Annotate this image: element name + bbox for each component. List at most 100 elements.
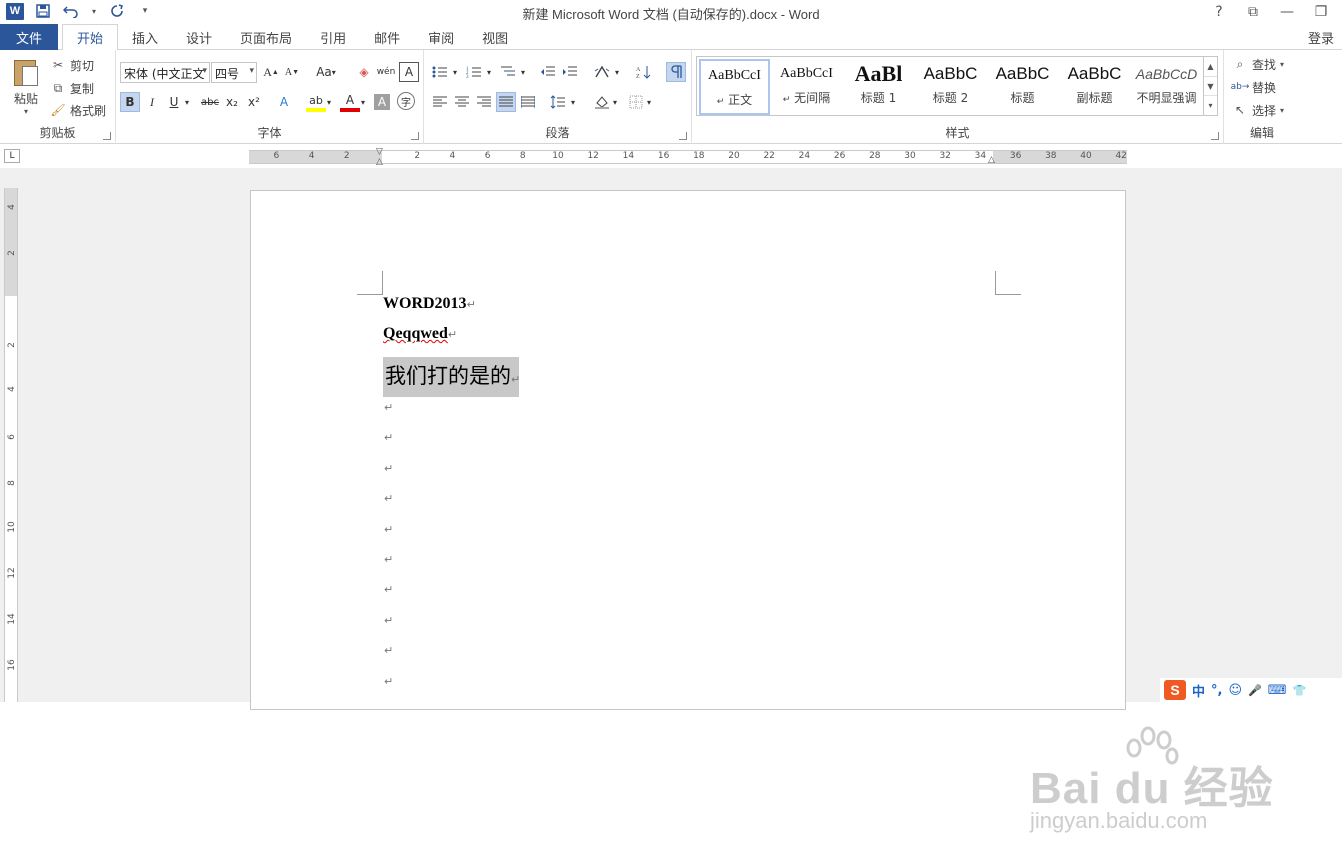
font-launcher-icon[interactable] [411,132,419,140]
ime-voice-icon[interactable]: 🎤 [1248,684,1262,697]
replace-button[interactable]: ab→ 替换 [1231,77,1276,97]
customize-icon[interactable]: ▾ [136,2,154,20]
borders-dropdown-icon[interactable]: ▾ [644,92,654,112]
style-no-spacing[interactable]: AaBbCcI ↵ 无间隔 [771,59,842,115]
tab-design[interactable]: 设计 [172,24,226,50]
align-center-icon[interactable] [452,92,472,112]
char-shading-button[interactable]: A [374,94,390,110]
numbering-icon[interactable]: 123 [464,62,484,82]
doc-line-3-selected[interactable]: 我们打的是的↵ [383,357,520,397]
empty-paragraph[interactable]: ↵ [384,492,393,505]
help-button[interactable]: ? [1204,2,1234,22]
tab-mailings[interactable]: 邮件 [360,24,414,50]
empty-paragraph[interactable]: ↵ [384,401,393,414]
style-normal[interactable]: AaBbCcI ↵ 正文 [699,59,770,115]
restore-button[interactable]: ❐ [1306,2,1336,22]
borders-icon[interactable] [626,92,646,112]
bold-button[interactable]: B [120,92,140,112]
pinyin-guide-button[interactable]: wén [376,62,396,82]
ime-keyboard-icon[interactable]: ⌨ [1268,683,1287,698]
empty-paragraph[interactable]: ↵ [384,583,393,596]
empty-paragraph[interactable]: ↵ [384,614,393,627]
text-effects-button[interactable]: A [274,92,294,112]
vertical-ruler[interactable]: 4 2 2 4 6 8 10 12 14 16 [4,188,18,702]
ime-punctuation[interactable]: °, [1211,683,1222,698]
select-button[interactable]: ↖ 选择 ▾ [1232,100,1284,120]
distributed-icon[interactable] [518,92,538,112]
style-subtitle[interactable]: AaBbC 副标题 [1059,59,1130,115]
style-title[interactable]: AaBbC 标题 [987,59,1058,115]
bullets-dropdown-icon[interactable]: ▾ [450,62,460,82]
doc-line-2[interactable]: Qeqqwed↵ [383,325,457,343]
gallery-more-icon[interactable]: ▾ [1204,96,1217,115]
grow-font-button[interactable]: A ▲ [261,62,281,82]
horizontal-ruler[interactable]: 6 4 2 2 4 6 8 10 12 14 16 18 20 22 24 26 28 30 32 34 36 38 40 4… [249,147,1127,167]
highlight-dropdown-icon[interactable]: ▾ [324,92,334,112]
tab-file[interactable]: 文件 [0,24,58,50]
increase-indent-icon[interactable] [560,62,580,82]
change-case-button[interactable]: Aa ▾ [312,62,340,82]
subscript-button[interactable]: x₂ [222,92,242,112]
style-heading-2[interactable]: AaBbC 标题 2 [915,59,986,115]
copy-button[interactable]: ⧉ 复制 [50,78,94,98]
justify-icon[interactable] [496,92,516,112]
save-icon[interactable] [34,2,52,20]
chinese-layout-dropdown-icon[interactable]: ▾ [612,62,622,82]
find-button[interactable]: ⌕ 查找 ▾ [1232,54,1284,74]
tab-page-layout[interactable]: 页面布局 [226,24,306,50]
paste-button[interactable]: 粘贴 ▾ [6,56,46,116]
ribbon-display-button[interactable]: ⧉ [1238,2,1268,22]
format-painter-button[interactable]: 🖌 格式刷 [50,100,106,120]
style-subtle-emphasis[interactable]: AaBbCcD 不明显强调 [1131,59,1202,115]
login-link[interactable]: 登录 [1308,28,1334,47]
enclose-char-button[interactable]: 字 [397,92,415,110]
cut-button[interactable]: ✂ 剪切 [50,55,94,75]
first-line-indent-marker[interactable]: ▽ [376,147,383,157]
tab-view[interactable]: 视图 [468,24,522,50]
empty-paragraph[interactable]: ↵ [384,644,393,657]
bullets-icon[interactable] [430,62,450,82]
styles-launcher-icon[interactable] [1211,132,1219,140]
style-heading-1[interactable]: AaBl 标题 1 [843,59,914,115]
empty-paragraph[interactable]: ↵ [384,431,393,444]
shrink-font-button[interactable]: A ▼ [282,62,302,82]
font-size-combo[interactable]: 四号 ▾ [211,62,257,83]
undo-dropdown-icon[interactable]: ▾ [90,2,98,20]
char-border-button[interactable]: A [399,62,419,82]
shading-dropdown-icon[interactable]: ▾ [610,92,620,112]
align-right-icon[interactable] [474,92,494,112]
empty-paragraph[interactable]: ↵ [384,553,393,566]
document-page[interactable]: WORD2013↵ Qeqqwed↵ 我们打的是的↵ ↵ ↵ ↵ ↵ ↵ ↵ ↵ ↵ ↵ ↵ [250,190,1126,710]
multilevel-list-icon[interactable] [498,62,518,82]
shading-icon[interactable] [592,92,612,112]
font-color-button[interactable]: A [340,92,360,112]
empty-paragraph[interactable]: ↵ [384,462,393,475]
ime-skin-icon[interactable]: 👕 [1293,684,1307,697]
doc-line-1[interactable]: WORD2013↵ [383,295,476,313]
underline-button[interactable]: U [164,92,184,112]
tab-review[interactable]: 审阅 [414,24,468,50]
italic-button[interactable]: I [142,92,162,112]
scroll-down-icon[interactable]: ▼ [1204,77,1217,97]
numbering-dropdown-icon[interactable]: ▾ [484,62,494,82]
empty-paragraph[interactable]: ↵ [384,523,393,536]
clear-format-icon[interactable]: ◈ [354,62,374,82]
font-color-dropdown-icon[interactable]: ▾ [358,92,368,112]
sogou-logo-icon[interactable]: S [1164,680,1186,700]
show-paragraph-marks-icon[interactable] [666,62,686,82]
highlight-button[interactable]: ab [306,92,326,112]
right-indent-marker[interactable]: △ [988,155,995,165]
decrease-indent-icon[interactable] [538,62,558,82]
tab-insert[interactable]: 插入 [118,24,172,50]
ime-emoji-icon[interactable]: ☺ [1228,683,1242,698]
tab-references[interactable]: 引用 [306,24,360,50]
clipboard-launcher-icon[interactable] [103,132,111,140]
strikethrough-button[interactable]: abc [198,92,222,112]
tab-selector[interactable]: L [4,149,20,163]
hanging-indent-marker[interactable]: △ [376,157,383,167]
line-spacing-dropdown-icon[interactable]: ▾ [568,92,578,112]
minimize-button[interactable]: — [1272,2,1302,22]
sort-icon[interactable]: AZ [634,62,654,82]
align-left-icon[interactable] [430,92,450,112]
empty-paragraph[interactable]: ↵ [384,675,393,688]
